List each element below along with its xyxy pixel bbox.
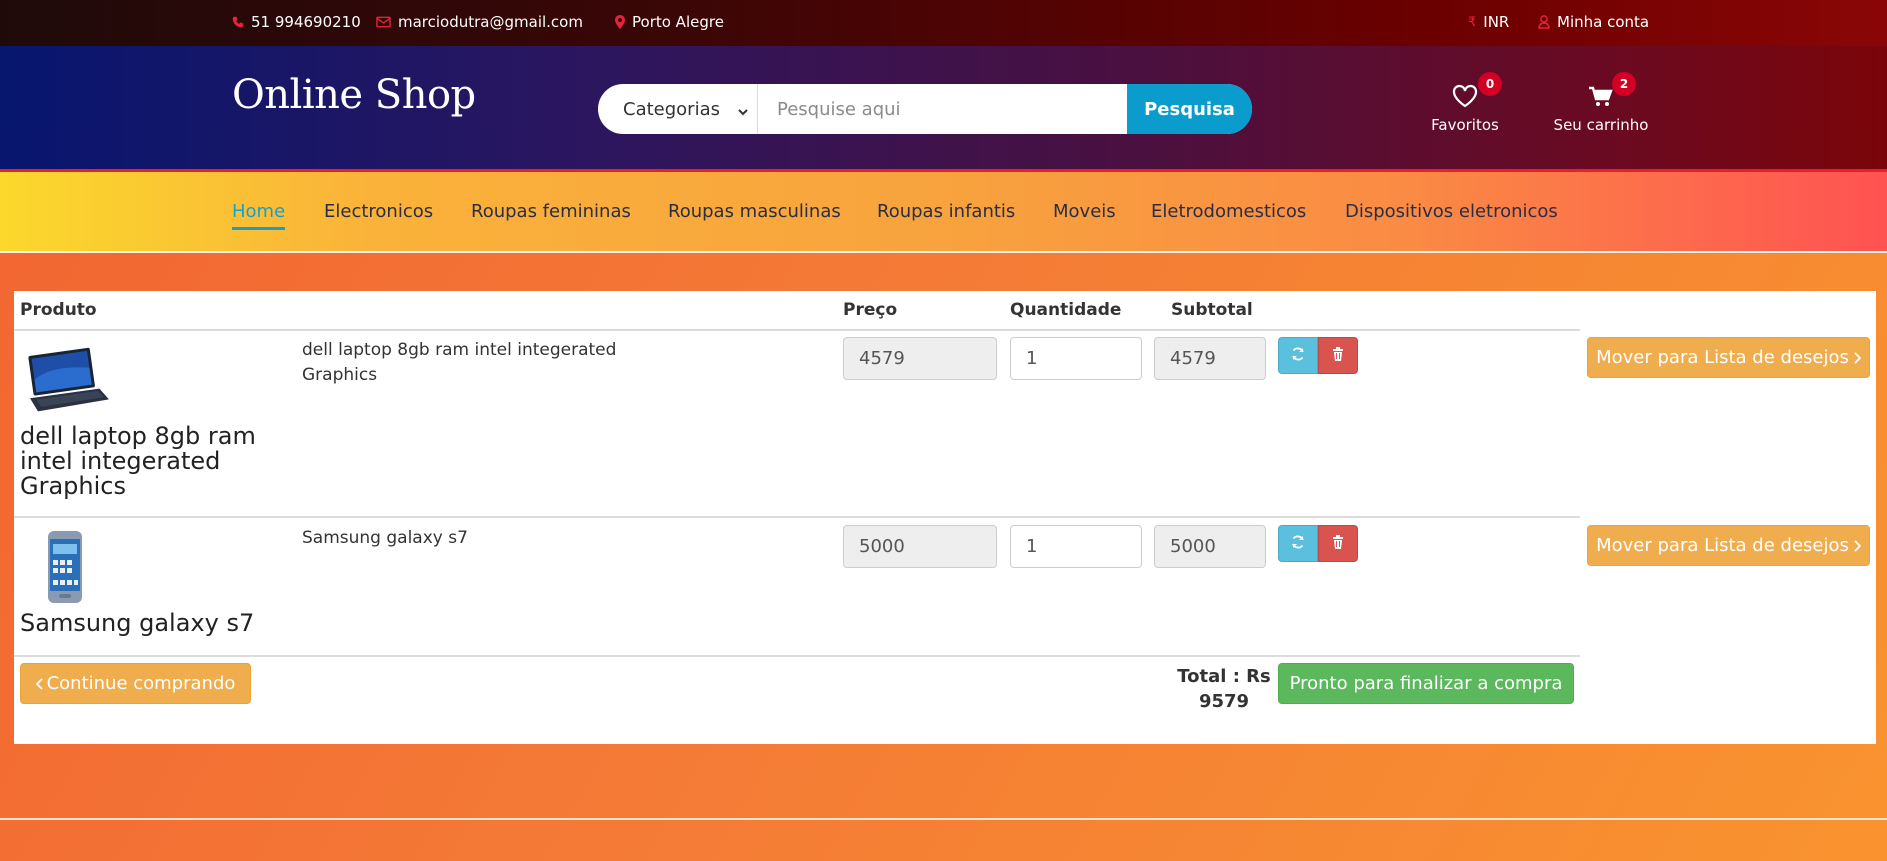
cart-item-name[interactable]: Samsung galaxy s7 <box>20 611 320 636</box>
phone-text: 51 994690210 <box>251 13 361 31</box>
location-text: Porto Alegre <box>632 13 724 31</box>
move-to-wishlist-button[interactable]: Mover para Lista de desejos <box>1587 525 1870 566</box>
continue-shopping-button[interactable]: Continue comprando <box>20 663 251 704</box>
search-button[interactable]: Pesquisa <box>1127 84 1252 134</box>
location-link[interactable]: Porto Alegre <box>615 13 724 31</box>
cart-link[interactable]: 2 Seu carrinho <box>1552 72 1650 134</box>
email-text: marciodutra@gmail.com <box>398 13 583 31</box>
wishlist-count-badge: 0 <box>1478 72 1502 96</box>
update-quantity-button[interactable] <box>1278 337 1318 374</box>
account-link[interactable]: Minha conta <box>1538 13 1649 31</box>
account-text: Minha conta <box>1557 13 1650 31</box>
phone-link[interactable]: 51 994690210 <box>232 13 361 31</box>
remove-item-button[interactable] <box>1318 525 1358 562</box>
cart-item-description: dell laptop 8gb ram intel integerated Gr… <box>302 340 617 385</box>
main-header: Online Shop Categorias Pesquisa 0 Favori… <box>0 46 1887 172</box>
nav-item-roupas-femininas[interactable]: Roupas femininas <box>471 201 631 222</box>
search-bar: Categorias Pesquisa <box>598 84 1252 134</box>
header-divider <box>14 329 1580 331</box>
phone-icon <box>232 16 244 28</box>
map-marker-icon <box>615 15 625 29</box>
row-divider <box>14 655 1580 657</box>
category-select[interactable]: Categorias <box>598 84 758 134</box>
email-link[interactable]: marciodutra@gmail.com <box>376 13 583 31</box>
top-bar: 51 994690210 marciodutra@gmail.com Porto… <box>0 0 1887 46</box>
continue-shopping-label: Continue comprando <box>46 673 236 694</box>
subtotal-field <box>1154 337 1266 380</box>
shopping-cart-icon <box>1589 86 1613 112</box>
header-price: Preço <box>843 300 898 320</box>
total-value: 9579 <box>1198 691 1250 712</box>
nav-item-eletrodomesticos[interactable]: Eletrodomesticos <box>1151 201 1306 222</box>
cart-item-description: Samsung galaxy s7 <box>302 528 468 548</box>
header-subtotal: Subtotal <box>1171 300 1253 320</box>
chevron-right-icon <box>1854 351 1861 364</box>
nav-item-dispositivos-eletronicos[interactable]: Dispositivos eletronicos <box>1345 201 1558 222</box>
move-to-wishlist-label: Mover para Lista de desejos <box>1596 535 1849 556</box>
quantity-input[interactable] <box>1010 337 1142 380</box>
nav-item-home[interactable]: Home <box>232 201 286 230</box>
envelope-icon <box>376 16 391 28</box>
chevron-down-icon <box>737 102 749 123</box>
cart-table: Produto Preço Quantidade Subtotal dell l… <box>14 291 1876 744</box>
currency-link[interactable]: ₹ INR <box>1468 13 1509 31</box>
checkout-button[interactable]: Pronto para finalizar a compra <box>1278 663 1574 704</box>
total-label: Total : Rs <box>1177 666 1271 687</box>
rupee-icon: ₹ <box>1468 14 1477 30</box>
quantity-input[interactable] <box>1010 525 1142 568</box>
nav-item-roupas-infantis[interactable]: Roupas infantis <box>877 201 1015 222</box>
header-quantity: Quantidade <box>1010 300 1122 320</box>
refresh-icon <box>1291 534 1305 553</box>
price-field <box>843 337 997 380</box>
cart-count-badge: 2 <box>1612 72 1636 96</box>
site-logo[interactable]: Online Shop <box>232 72 476 118</box>
laptop-image <box>24 345 110 421</box>
category-select-value: Categorias <box>623 98 720 120</box>
price-field <box>843 525 997 568</box>
cart-label: Seu carrinho <box>1553 116 1649 134</box>
category-nav: Home Electronicos Roupas femininas Roupa… <box>0 172 1887 253</box>
update-quantity-button[interactable] <box>1278 525 1318 562</box>
cart-item-name[interactable]: dell laptop 8gb ram intel integerated Gr… <box>20 424 280 499</box>
currency-text: INR <box>1483 13 1510 31</box>
move-to-wishlist-label: Mover para Lista de desejos <box>1596 347 1849 368</box>
trash-icon <box>1332 346 1344 365</box>
chevron-right-icon <box>1854 539 1861 552</box>
footer-divider <box>0 818 1887 820</box>
remove-item-button[interactable] <box>1318 337 1358 374</box>
trash-icon <box>1332 534 1344 553</box>
subtotal-field <box>1154 525 1266 568</box>
search-input[interactable] <box>758 84 1127 134</box>
phone-image <box>44 530 86 608</box>
wishlist-link[interactable]: 0 Favoritos <box>1430 72 1502 134</box>
user-icon <box>1538 15 1550 29</box>
nav-item-electronicos[interactable]: Electronicos <box>324 201 433 222</box>
wishlist-label: Favoritos <box>1431 116 1499 134</box>
move-to-wishlist-button[interactable]: Mover para Lista de desejos <box>1587 337 1870 378</box>
row-divider <box>14 516 1580 518</box>
heart-icon <box>1452 84 1478 112</box>
nav-item-moveis[interactable]: Moveis <box>1053 201 1116 222</box>
nav-item-roupas-masculinas[interactable]: Roupas masculinas <box>668 201 841 222</box>
refresh-icon <box>1291 346 1305 365</box>
cart-total: Total : Rs 9579 <box>1156 664 1292 714</box>
header-product: Produto <box>20 300 97 320</box>
chevron-left-icon <box>35 677 43 690</box>
